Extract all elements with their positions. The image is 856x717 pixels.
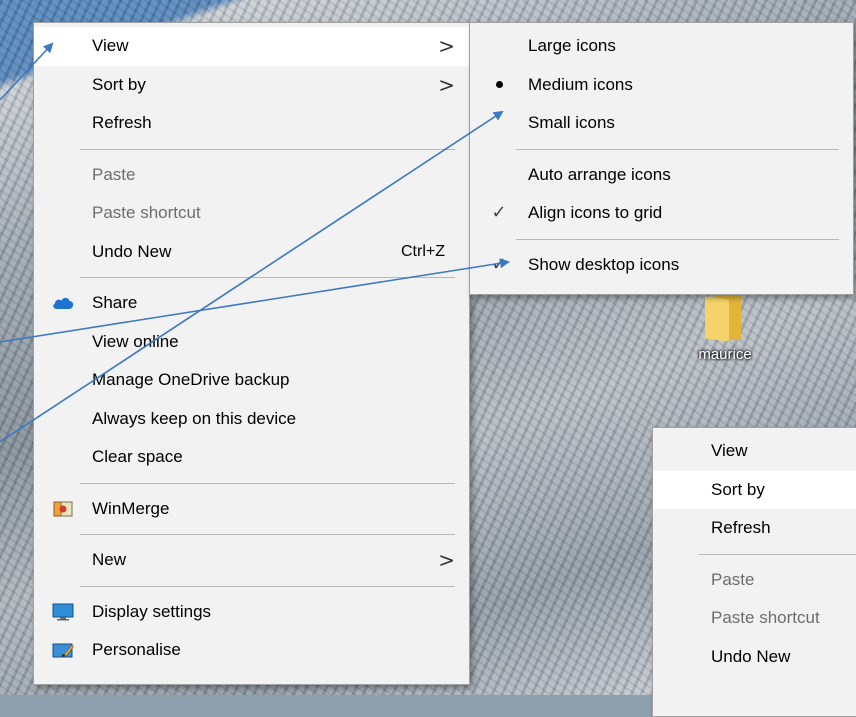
menu-item-label: Auto arrange icons [528, 164, 671, 184]
display-settings-icon [52, 601, 74, 623]
folder-icon [705, 288, 745, 342]
menu-item-paste[interactable]: Paste [34, 156, 469, 195]
menu-separator [80, 277, 455, 278]
menu-item-label: New [92, 550, 127, 569]
menu-item-sort-by[interactable]: Sort by > [34, 66, 469, 105]
menu-item-label: WinMerge [92, 498, 170, 518]
menu-item-small-icons[interactable]: Small icons [470, 104, 853, 143]
menu-item-sort-by[interactable]: Sort by [653, 470, 856, 509]
menu-item-label: Paste shortcut [711, 608, 820, 627]
menu-item-label: Paste [92, 164, 136, 184]
menu-item-label: Refresh [711, 518, 771, 537]
menu-item-show-desktop-icons[interactable]: ✓ Show desktop icons [470, 246, 853, 285]
view-submenu: Large icons Medium icons Small icons Aut… [469, 22, 854, 295]
menu-item-label: Share [92, 293, 138, 312]
menu-item-label: Paste shortcut [92, 203, 201, 222]
menu-item-label: Sort by [92, 74, 146, 94]
desktop-context-menu: View > Sort by > Refresh Paste Paste sho… [33, 22, 470, 685]
menu-item-label: View [92, 36, 129, 55]
menu-item-label: Medium icons [528, 74, 633, 94]
menu-item-undo-new[interactable]: Undo New Ctrl+Z [34, 233, 469, 272]
menu-item-paste[interactable]: Paste [653, 561, 856, 600]
menu-item-label: Undo New [92, 241, 172, 261]
winmerge-icon [52, 498, 74, 520]
onedrive-cloud-icon [52, 292, 74, 314]
menu-item-personalise[interactable]: Personalise [34, 631, 469, 670]
menu-item-label: Personalise [92, 640, 181, 659]
menu-separator [516, 238, 839, 240]
menu-separator [516, 148, 839, 150]
menu-item-view[interactable]: View [653, 432, 856, 471]
menu-item-winmerge[interactable]: WinMerge [34, 490, 469, 529]
menu-item-label: Small icons [528, 113, 615, 132]
menu-item-large-icons[interactable]: Large icons [470, 27, 853, 66]
menu-item-label: Show desktop icons [528, 254, 680, 274]
desktop-folder-icon[interactable]: maurice [680, 288, 770, 364]
menu-separator [699, 553, 856, 555]
menu-item-paste-shortcut[interactable]: Paste shortcut [34, 194, 469, 233]
menu-item-label: Large icons [528, 36, 616, 55]
menu-item-refresh[interactable]: Refresh [34, 104, 469, 143]
menu-separator [80, 148, 455, 150]
menu-item-label: View [711, 441, 748, 460]
menu-item-share[interactable]: Share [34, 284, 469, 323]
menu-separator [80, 534, 455, 535]
menu-item-clear-space[interactable]: Clear space [34, 438, 469, 477]
menu-item-label: Manage OneDrive backup [92, 370, 290, 389]
menu-item-new[interactable]: New > [34, 541, 469, 580]
chevron-right-icon: > [438, 72, 455, 97]
personalise-icon [52, 639, 74, 661]
menu-item-view[interactable]: View > [34, 27, 469, 66]
menu-item-label: View online [92, 331, 179, 351]
menu-item-label: Sort by [711, 479, 765, 499]
menu-item-paste-shortcut[interactable]: Paste shortcut [653, 599, 856, 638]
menu-item-label: Clear space [92, 447, 183, 466]
checkmark-icon: ✓ [491, 253, 507, 275]
menu-item-manage-onedrive-backup[interactable]: Manage OneDrive backup [34, 361, 469, 400]
menu-item-label: Paste [711, 569, 755, 589]
chevron-right-icon: > [438, 34, 455, 58]
menu-item-label: Align icons to grid [528, 203, 663, 222]
menu-item-undo-new[interactable]: Undo New [653, 638, 856, 677]
menu-item-label: Always keep on this device [92, 408, 297, 428]
menu-item-medium-icons[interactable]: Medium icons [470, 66, 853, 105]
keyboard-shortcut: Ctrl+Z [401, 242, 445, 260]
menu-item-view-online[interactable]: View online [34, 323, 469, 362]
menu-separator [80, 482, 455, 484]
chevron-right-icon: > [438, 548, 455, 572]
menu-item-label: Display settings [92, 601, 212, 621]
menu-item-refresh[interactable]: Refresh [653, 509, 856, 548]
menu-item-label: Refresh [92, 113, 152, 132]
folder-label: maurice [698, 346, 752, 363]
menu-item-auto-arrange-icons[interactable]: Auto arrange icons [470, 156, 853, 195]
menu-separator [80, 585, 455, 587]
radio-bullet-icon [488, 74, 510, 96]
menu-item-always-keep[interactable]: Always keep on this device [34, 400, 469, 439]
menu-item-display-settings[interactable]: Display settings [34, 593, 469, 632]
checkmark-icon: ✓ [491, 202, 507, 223]
menu-item-align-icons-to-grid[interactable]: ✓ Align icons to grid [470, 194, 853, 233]
secondary-context-menu: View Sort by Refresh Paste Paste shortcu… [652, 427, 856, 717]
menu-item-label: Undo New [711, 646, 791, 666]
